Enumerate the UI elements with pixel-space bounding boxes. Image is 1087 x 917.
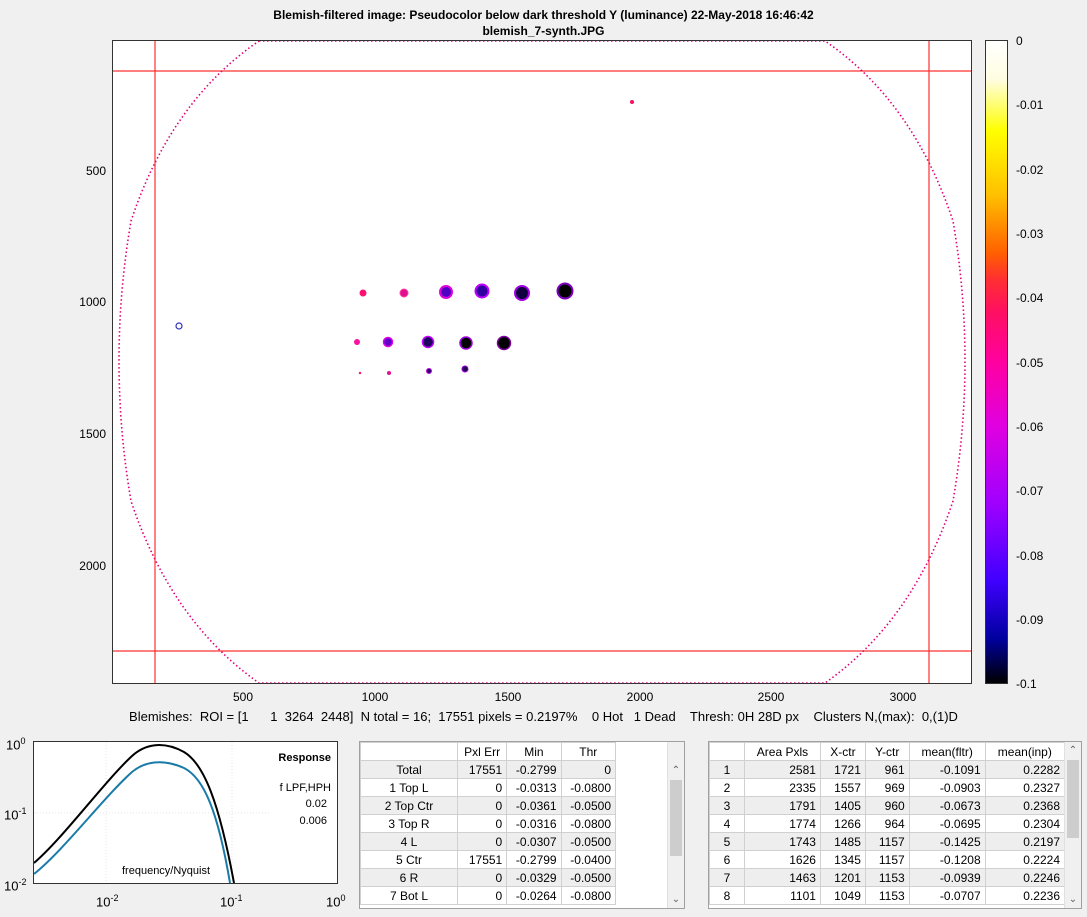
resp-y-tick: 100 <box>6 736 26 753</box>
column-header: mean(inp) <box>984 742 1066 761</box>
blemish-spot <box>556 282 574 300</box>
column-header: Min <box>506 742 562 761</box>
table-row[interactable]: 3 1791 1405 960 -0.0673 0.2368 <box>709 796 1066 815</box>
table-row[interactable]: 2 2335 1557 969 -0.0903 0.2327 <box>709 778 1066 797</box>
x-tick-label: 500 <box>232 690 254 704</box>
table-row[interactable]: 7 Bot L 0 -0.0264 -0.0800 <box>360 886 617 905</box>
blemish-image-plot[interactable] <box>112 40 972 684</box>
blemish-spot <box>382 336 394 348</box>
colorbar-tick: -0.06 <box>1016 420 1044 434</box>
table-header-row: Pxl Err Min Thr <box>360 742 617 761</box>
image-circle-boundary <box>118 41 966 683</box>
blemish-spot <box>399 288 409 298</box>
blemish-table-scrollbar[interactable]: ⌃ ⌄ <box>1064 742 1081 908</box>
blemish-spot <box>496 335 512 351</box>
response-curve-black <box>34 744 235 883</box>
colorbar-tick: -0.05 <box>1016 356 1044 370</box>
blemish-spot <box>461 365 469 373</box>
colorbar-tick: -0.01 <box>1016 98 1044 112</box>
scroll-down-icon[interactable]: ⌄ <box>1065 891 1081 908</box>
blemish-spot <box>358 371 362 375</box>
y-tick-label: 500 <box>85 164 106 178</box>
table-row[interactable]: 6 1626 1345 1157 -0.1208 0.2224 <box>709 850 1066 869</box>
colorbar-tick: -0.09 <box>1016 613 1044 627</box>
colorbar <box>985 40 1008 684</box>
blemish-plot-canvas <box>113 41 971 683</box>
column-header: Pxl Err <box>456 742 508 761</box>
resp-x-tick: 10-2 <box>96 893 119 910</box>
scrollbar-thumb[interactable] <box>1067 760 1079 838</box>
column-header: X-ctr <box>819 742 866 761</box>
colorbar-tick: -0.07 <box>1016 484 1044 498</box>
response-legend-label: f LPF,HPH <box>279 782 331 794</box>
blemish-spot <box>359 289 367 297</box>
table-row[interactable]: 4 L 0 -0.0307 -0.0500 <box>360 832 617 851</box>
table-row[interactable]: 3 Top R 0 -0.0316 -0.0800 <box>360 814 617 833</box>
blemish-spot <box>459 336 473 350</box>
response-xlabel: frequency/Nyquist <box>122 865 211 877</box>
blemish-spot <box>439 285 453 299</box>
region-table[interactable]: Pxl Err Min Thr Total 17551 -0.2799 0 1 Top… <box>359 741 685 909</box>
scroll-up-icon[interactable]: ⌃ <box>668 762 684 779</box>
plot-title: Blemish-filtered image: Pseudocolor belo… <box>273 8 814 22</box>
resp-y-tick: 10-1 <box>4 806 27 823</box>
blemish-spot <box>426 368 432 374</box>
table-row[interactable]: 1 2581 1721 961 -0.1091 0.2282 <box>709 760 1066 779</box>
resp-x-tick: 100 <box>326 893 346 910</box>
blemish-table[interactable]: Area Pxls X-ctr Y-ctr mean(fltr) mean(in… <box>708 741 1082 909</box>
blemish-spot <box>421 335 435 349</box>
blemish-spot <box>514 285 530 301</box>
x-tick-label: 1500 <box>494 690 522 704</box>
scroll-down-icon[interactable]: ⌄ <box>668 891 684 908</box>
scroll-up-icon[interactable]: ⌃ <box>1065 742 1081 759</box>
scrollbar-thumb[interactable] <box>670 780 682 856</box>
column-header <box>360 742 458 761</box>
column-header <box>709 742 745 761</box>
table-row[interactable]: 6 R 0 -0.0329 -0.0500 <box>360 868 617 887</box>
table-row[interactable]: 1 Top L 0 -0.0313 -0.0800 <box>360 778 617 797</box>
response-legend-value: 0.02 <box>305 798 327 810</box>
blemish-spot <box>175 322 183 330</box>
blemish-spot <box>354 339 360 345</box>
column-header: Thr <box>560 742 617 761</box>
blemish-spot <box>630 100 634 104</box>
x-tick-label: 2000 <box>626 690 654 704</box>
colorbar-tick: -0.02 <box>1016 163 1044 177</box>
colorbar-tick: 0 <box>1016 34 1023 48</box>
table-row[interactable]: 5 1743 1485 1157 -0.1425 0.2197 <box>709 832 1066 851</box>
response-plot[interactable]: Response f LPF,HPH 0.02 0.006 frequency/… <box>33 741 338 884</box>
x-tick-label: 3000 <box>889 690 917 704</box>
resp-x-tick: 10-1 <box>220 893 243 910</box>
plot-filename: blemish_7-synth.JPG <box>482 24 605 38</box>
table-row[interactable]: 8 1101 1049 1153 -0.0707 0.2236 <box>709 886 1066 905</box>
blemish-spot <box>387 371 391 375</box>
x-tick-label: 1000 <box>361 690 389 704</box>
table-row[interactable]: 4 1774 1266 964 -0.0695 0.2304 <box>709 814 1066 833</box>
resp-y-tick: 10-2 <box>4 877 27 894</box>
table-row[interactable]: Total 17551 -0.2799 0 <box>360 760 617 779</box>
colorbar-tick: -0.03 <box>1016 227 1044 241</box>
column-header: Area Pxls <box>744 742 821 761</box>
table-row[interactable]: 2 Top Ctr 0 -0.0361 -0.0500 <box>360 796 617 815</box>
x-tick-label: 2500 <box>757 690 785 704</box>
response-legend-value: 0.006 <box>299 815 327 827</box>
table-row[interactable]: 5 Ctr 17551 -0.2799 -0.0400 <box>360 850 617 869</box>
y-tick-label: 1500 <box>79 427 106 441</box>
column-header: Y-ctr <box>864 742 910 761</box>
table-header-row: Area Pxls X-ctr Y-ctr mean(fltr) mean(in… <box>709 742 1066 761</box>
table-row[interactable]: 7 1463 1201 1153 -0.0939 0.2246 <box>709 868 1066 887</box>
blemish-summary: Blemishes: ROI = [1 1 3264 2448] N total… <box>129 709 958 724</box>
colorbar-tick: -0.08 <box>1016 549 1044 563</box>
column-header: mean(fltr) <box>908 742 986 761</box>
colorbar-tick: -0.04 <box>1016 291 1044 305</box>
region-table-scrollbar[interactable]: ⌃ ⌄ <box>667 742 684 908</box>
y-tick-label: 2000 <box>79 559 106 573</box>
colorbar-tick: -0.1 <box>1016 677 1037 691</box>
response-legend-title: Response <box>278 752 331 764</box>
y-tick-label: 1000 <box>79 295 106 309</box>
blemish-spot <box>474 283 490 299</box>
